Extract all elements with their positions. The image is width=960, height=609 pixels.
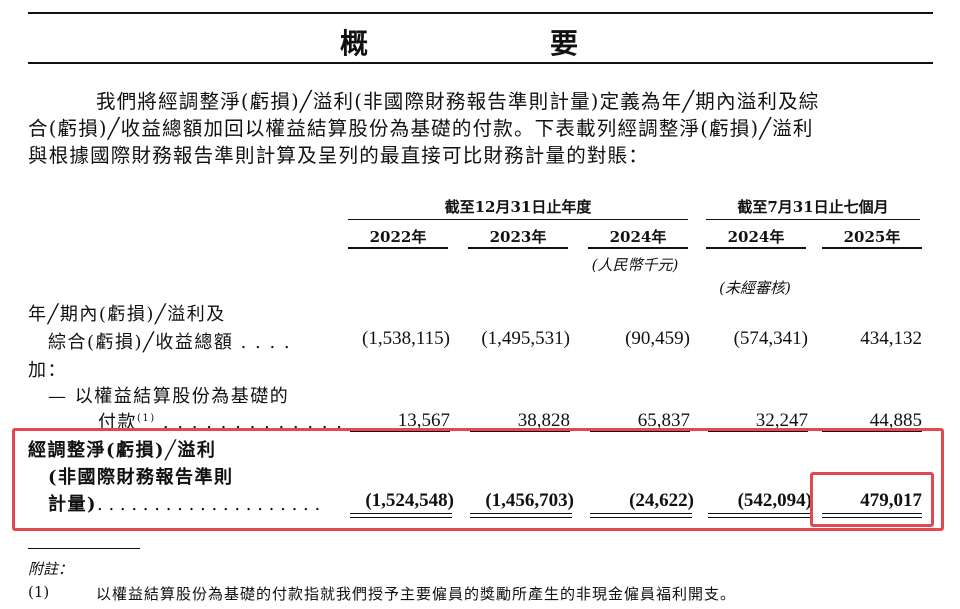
note-1-text: 以權益結算股份為基礎的付款指就我們授予主要僱員的獎勵所產生的非現金僱員福利開支。 — [96, 585, 737, 603]
total-double-rule-2024-7m — [708, 513, 810, 518]
unaudited-label: (未經審核) — [719, 279, 791, 297]
row-2-label-line-1: — 以權益結算股份為基礎的 — [48, 386, 290, 407]
row-1-value-2023: (1,495,531) — [481, 328, 570, 349]
intro-line-3: 與根據國際財務報告準則計算及呈列的最直接可比財務計量的對賬： — [28, 144, 650, 167]
column-header-2022: 2022年 — [369, 228, 427, 246]
notes-label: 附註： — [28, 560, 74, 578]
row-1-label-line-1: 年╱期內(虧損)╱溢利及 — [28, 304, 226, 325]
column-header-2023: 2023年 — [489, 228, 547, 246]
total-double-rule-2022 — [350, 513, 452, 518]
row-3-value-2023: (1,456,703) — [485, 490, 574, 511]
row-add-label: 加： — [28, 360, 67, 381]
row-3-value-2024-7m: (542,094) — [737, 490, 812, 511]
page-title: 概 要 — [339, 27, 620, 60]
group-header-rule-2 — [706, 219, 920, 220]
column-header-2024-7m: 2024年 — [727, 228, 785, 246]
footnote-ref: (1) — [137, 413, 156, 424]
top-rule — [28, 12, 933, 14]
notes-separator — [28, 548, 140, 549]
total-double-rule-2023 — [470, 513, 572, 518]
column-rule-2025-7m — [822, 247, 922, 249]
column-header-2024: 2024年 — [609, 228, 667, 246]
intro-line-1: 我們將經調整淨(虧損)╱溢利(非國際財務報告準則計量)定義為年╱期內溢利及綜 — [96, 90, 820, 113]
title-bottom-rule — [28, 62, 933, 64]
row-1-label-line-2: 綜合(虧損)╱收益總額 . . . . — [48, 332, 292, 353]
row-3-label-line-1: 經調整淨(虧損)╱溢利 — [28, 440, 217, 461]
row-3-value-2022: (1,524,548) — [365, 490, 454, 511]
group-header-rule-1 — [348, 219, 688, 220]
total-double-rule-2024 — [590, 513, 692, 518]
row-1-value-2024-7m: (574,341) — [733, 328, 808, 349]
column-rule-2022 — [348, 247, 448, 249]
column-rule-2024-7m — [706, 247, 806, 249]
row-1-value-2025-7m: 434,132 — [860, 328, 922, 349]
group-header-full-year: 截至12月31日止年度 — [444, 198, 592, 216]
row-3-label-line-2: (非國際財務報告準則 — [48, 467, 234, 488]
row-1-value-2024: (90,459) — [625, 328, 690, 349]
group-header-seven-months: 截至7月31日止七個月 — [737, 198, 889, 216]
row-1-value-2022: (1,538,115) — [362, 328, 450, 349]
row-3-label-line-3: 計量). . . . . . . . . . . . . . . . . . .… — [48, 494, 321, 515]
column-rule-2024 — [588, 247, 688, 249]
row-3-value-2024: (24,622) — [629, 490, 694, 511]
row-3-dots: . . . . . . . . . . . . . . . . . . . . — [97, 494, 321, 515]
intro-line-2: 合(虧損)╱收益總額加回以權益結算股份為基礎的付款。下表載列經調整淨(虧損)╱溢… — [28, 117, 814, 140]
note-1-marker: (1) — [28, 583, 50, 601]
unit-label: (人民幣千元) — [591, 256, 679, 274]
column-header-2025-7m: 2025年 — [843, 228, 901, 246]
column-rule-2023 — [468, 247, 568, 249]
total-double-rule-2025-7m — [822, 513, 922, 518]
value-2025-highlight-box — [810, 472, 934, 527]
